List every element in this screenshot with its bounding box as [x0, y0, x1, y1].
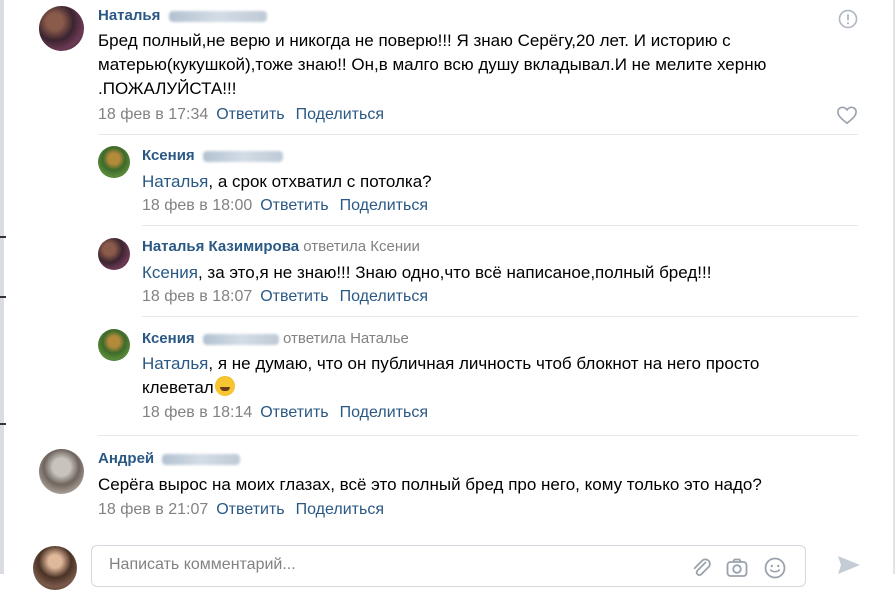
- replied-to: ответила Ксении: [303, 238, 420, 255]
- share-button[interactable]: Поделиться: [296, 106, 384, 123]
- reply-text: Наталья, а срок отхватил с потолка?: [142, 172, 432, 191]
- comment-date[interactable]: 18 фев в 18:14: [142, 404, 252, 421]
- divider: [142, 316, 858, 317]
- reply-author[interactable]: Ксения ответила Наталье: [142, 330, 409, 347]
- mention-link[interactable]: Ксения: [142, 263, 198, 282]
- redacted-surname: [202, 150, 283, 162]
- camera-icon[interactable]: [725, 556, 749, 580]
- share-button[interactable]: Поделиться: [340, 197, 428, 214]
- reply-meta: 18 фев в 18:14 Ответить Поделиться: [142, 404, 428, 422]
- reply-meta: 18 фев в 18:00 Ответить Поделиться: [142, 197, 428, 215]
- edge-marker: [0, 423, 6, 425]
- avatar[interactable]: [39, 6, 84, 51]
- comment-date[interactable]: 18 фев в 18:00: [142, 197, 252, 214]
- divider: [142, 225, 858, 226]
- reply-button[interactable]: Ответить: [216, 501, 284, 518]
- comment-text: Бред полный,не верю и никогда не поверю!…: [98, 31, 767, 98]
- reply-author[interactable]: Наталья Казимирова ответила Ксении: [142, 238, 420, 255]
- reply-author[interactable]: Ксения: [142, 147, 283, 164]
- comment-author[interactable]: Наталья: [98, 7, 267, 24]
- comment-text: Серёга вырос на моих глазах, всё это пол…: [98, 475, 762, 494]
- reply-button[interactable]: Ответить: [260, 404, 328, 421]
- edge-marker: [0, 296, 6, 298]
- avatar[interactable]: [98, 238, 130, 270]
- author-name[interactable]: Ксения: [142, 330, 195, 347]
- author-name[interactable]: Наталья: [98, 7, 160, 24]
- mention-link[interactable]: Наталья: [142, 172, 208, 191]
- current-user-avatar[interactable]: [33, 546, 77, 590]
- reply-text: Ксения, за это,я не знаю!!! Знаю одно,чт…: [142, 263, 712, 282]
- redacted-surname: [162, 453, 241, 465]
- avatar[interactable]: [39, 449, 84, 494]
- replied-to: ответила Наталье: [283, 330, 409, 347]
- heart-icon[interactable]: [836, 105, 858, 125]
- redacted-surname: [168, 10, 267, 22]
- comment-meta: 18 фев в 17:34 Ответить Поделиться: [98, 106, 384, 124]
- reply-text: Наталья, я не думаю, что он публичная ли…: [142, 354, 760, 397]
- paperclip-icon[interactable]: [689, 556, 713, 580]
- smile-icon[interactable]: [763, 556, 787, 580]
- rofl-emoji: [214, 376, 235, 396]
- share-button[interactable]: Поделиться: [340, 288, 428, 305]
- author-name[interactable]: Ксения: [142, 147, 195, 164]
- comment-date[interactable]: 18 фев в 21:07: [98, 501, 208, 518]
- divider: [98, 134, 858, 135]
- comment-date[interactable]: 18 фев в 18:07: [142, 288, 252, 305]
- avatar[interactable]: [98, 329, 130, 361]
- author-name[interactable]: Наталья Казимирова: [142, 238, 299, 255]
- reply-meta: 18 фев в 18:07 Ответить Поделиться: [142, 288, 428, 306]
- share-button[interactable]: Поделиться: [296, 501, 384, 518]
- comment-author[interactable]: Андрей: [98, 450, 241, 467]
- left-panel-edge: [0, 0, 4, 574]
- comment-meta: 18 фев в 21:07 Ответить Поделиться: [98, 501, 384, 519]
- redacted-surname: [202, 333, 279, 345]
- reply-button[interactable]: Ответить: [260, 288, 328, 305]
- comment-composer[interactable]: Написать комментарий...: [91, 545, 806, 587]
- avatar[interactable]: [98, 146, 130, 178]
- share-button[interactable]: Поделиться: [340, 404, 428, 421]
- comment-input-placeholder[interactable]: Написать комментарий...: [109, 556, 296, 574]
- reply-button[interactable]: Ответить: [260, 197, 328, 214]
- author-name[interactable]: Андрей: [98, 450, 154, 467]
- mention-link[interactable]: Наталья: [142, 354, 208, 373]
- reply-button[interactable]: Ответить: [216, 106, 284, 123]
- edge-marker: [0, 236, 6, 238]
- report-icon[interactable]: [838, 9, 858, 29]
- comment-date[interactable]: 18 фев в 17:34: [98, 106, 208, 123]
- divider: [98, 435, 858, 436]
- send-icon[interactable]: [835, 553, 863, 577]
